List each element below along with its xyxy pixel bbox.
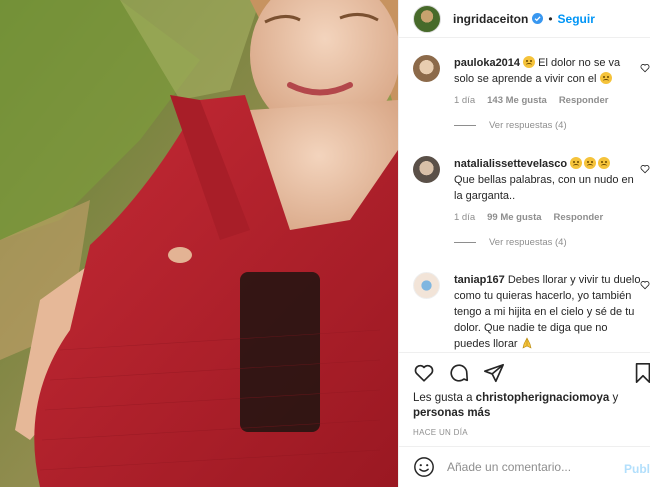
commenter-avatar[interactable] [413, 156, 440, 183]
comment-time[interactable]: 1 día [454, 212, 475, 223]
comment-meta: 1 día 99 Me gusta Responder [454, 212, 642, 223]
comment-like-heart-icon[interactable] [640, 63, 650, 73]
comment-like-heart-icon[interactable] [640, 164, 650, 174]
heart-icon[interactable] [413, 362, 435, 384]
comment-body: Que bellas palabras, con un nudo en la g… [454, 174, 634, 202]
other-likers-link[interactable]: personas más [413, 407, 490, 419]
comment-time[interactable]: 1 día [454, 95, 475, 106]
sad-face-icon [584, 157, 597, 169]
actions-divider [399, 352, 650, 353]
comment-username[interactable]: natalialissettevelasco [454, 158, 567, 170]
verified-badge-icon [532, 13, 544, 24]
author-avatar[interactable] [413, 4, 441, 33]
replies-line [454, 242, 476, 243]
praying-hands-icon [522, 337, 532, 349]
view-replies-label: Ver respuestas (4) [489, 120, 567, 131]
comment-text: taniap167 Debes llorar y vivir tu duelo … [454, 272, 642, 352]
add-comment-bar: Publi [399, 447, 650, 487]
sad-face-icon [570, 157, 583, 169]
comment-text: natalialissettevelasco Que bellas palabr… [454, 156, 642, 204]
view-replies-label: Ver respuestas (4) [489, 237, 567, 248]
replies-line [454, 125, 476, 126]
post-photo[interactable] [0, 0, 398, 487]
comment-username[interactable]: taniap167 [454, 274, 505, 286]
post-actions [413, 362, 505, 384]
sad-face-icon [599, 72, 612, 84]
comment-input[interactable] [447, 460, 607, 474]
author-username[interactable]: ingridaceiton [453, 12, 528, 26]
reply-button[interactable]: Responder [554, 212, 604, 223]
comment-meta: 1 día 143 Me gusta Responder [454, 95, 642, 106]
likes-conjunction: y [612, 392, 619, 404]
share-icon[interactable] [483, 362, 505, 384]
post-timestamp[interactable]: HACE UN DÍA [413, 428, 468, 437]
post-header: ingridaceiton • Seguir [399, 0, 650, 37]
comment-likes[interactable]: 99 Me gusta [487, 212, 541, 223]
comment-likes[interactable]: 143 Me gusta [487, 95, 547, 106]
publish-button[interactable]: Publi [624, 462, 650, 476]
comment-like-heart-icon[interactable] [640, 280, 650, 290]
reply-button[interactable]: Responder [559, 95, 609, 106]
bookmark-icon[interactable] [632, 362, 650, 384]
comment-username[interactable]: pauloka2014 [454, 57, 520, 69]
follow-button[interactable]: Seguir [558, 12, 595, 26]
emoji-icon[interactable] [413, 456, 435, 478]
commenter-avatar[interactable] [413, 55, 440, 82]
comments-list[interactable]: pauloka2014 El dolor no se va solo se ap… [399, 38, 650, 352]
sad-face-icon [598, 157, 611, 169]
liker-username[interactable]: christopherignaciomoya [476, 392, 610, 404]
post-sidebar: ingridaceiton • Seguir pauloka2014 El do… [398, 0, 650, 487]
header-dot-separator: • [548, 11, 553, 26]
comment-icon[interactable] [448, 362, 470, 384]
sad-face-icon [523, 56, 536, 68]
view-replies-button[interactable]: Ver respuestas (4) [454, 237, 642, 248]
comment-text: pauloka2014 El dolor no se va solo se ap… [454, 55, 642, 87]
post-image [0, 0, 398, 487]
view-replies-button[interactable]: Ver respuestas (4) [454, 120, 642, 131]
likes-summary: Les gusta a christopherignaciomoya y per… [413, 391, 643, 421]
likes-prefix: Les gusta a [413, 392, 473, 404]
commenter-avatar[interactable] [413, 272, 440, 299]
